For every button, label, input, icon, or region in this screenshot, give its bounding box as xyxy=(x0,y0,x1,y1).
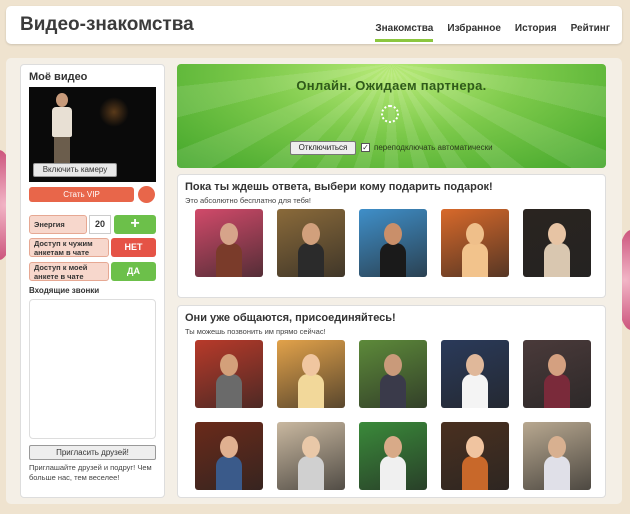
online-user-photo[interactable] xyxy=(277,422,345,490)
access-mine-label: Доступ к моей анкете в чате xyxy=(29,262,109,281)
auto-reconnect-checkbox[interactable]: ✓ xyxy=(361,143,370,152)
online-user-photo[interactable] xyxy=(195,422,263,490)
join-panel-subtitle: Ты можешь позвонить им прямо сейчас! xyxy=(185,327,326,336)
nav-tab-rating[interactable]: Рейтинг xyxy=(571,23,610,42)
gift-panel-subtitle: Это абсолютно бесплатно для тебя! xyxy=(185,196,311,205)
incoming-calls-title: Входящие звонки xyxy=(29,286,100,295)
online-user-photo[interactable] xyxy=(441,422,509,490)
energy-label: Энергия xyxy=(29,215,87,234)
add-energy-button[interactable]: + xyxy=(114,215,156,234)
join-panel-title: Они уже общаются, присоединяйтесь! xyxy=(185,312,396,324)
online-user-photo[interactable] xyxy=(359,340,427,408)
enable-camera-button[interactable]: Включить камеру xyxy=(33,163,117,177)
nav-tab-dating[interactable]: Знакомства xyxy=(375,23,434,42)
background-light xyxy=(99,97,129,127)
invite-text: Приглашайте друзей и подруг! Чем больше … xyxy=(29,463,152,482)
my-video-title: Моё видео xyxy=(29,71,88,83)
energy-row: Энергия 20 + xyxy=(29,215,156,234)
gift-user-photo[interactable] xyxy=(359,209,427,277)
join-panel: Они уже общаются, присоединяйтесь! Ты мо… xyxy=(177,305,606,498)
access-others-toggle[interactable]: НЕТ xyxy=(111,238,156,257)
online-user-photo[interactable] xyxy=(523,422,591,490)
self-figure xyxy=(51,93,73,163)
online-user-photo[interactable] xyxy=(277,340,345,408)
status-title: Онлайн. Ожидаем партнера. xyxy=(296,78,487,93)
access-mine-row: Доступ к моей анкете в чате ДА xyxy=(29,262,156,281)
access-others-row: Доступ к чужим анкетам в чате НЕТ xyxy=(29,238,156,257)
gift-user-photo[interactable] xyxy=(277,209,345,277)
online-user-photo[interactable] xyxy=(441,340,509,408)
become-vip-button[interactable]: Стать VIP xyxy=(29,187,134,202)
gift-panel-title: Пока ты ждешь ответа, выбери кому подари… xyxy=(185,181,493,193)
gift-user-photo[interactable] xyxy=(441,209,509,277)
nav-tab-favorites[interactable]: Избранное xyxy=(447,23,501,42)
online-user-photo[interactable] xyxy=(359,422,427,490)
incoming-calls-list[interactable] xyxy=(29,299,156,439)
energy-value: 20 xyxy=(89,215,111,234)
gift-panel: Пока ты ждешь ответа, выбери кому подари… xyxy=(177,174,606,298)
main-nav: Знакомства Избранное История Рейтинг xyxy=(375,23,610,42)
disconnect-button[interactable]: Отключиться xyxy=(290,141,356,155)
nav-tab-history[interactable]: История xyxy=(515,23,557,42)
access-mine-toggle[interactable]: ДА xyxy=(111,262,156,281)
access-others-label: Доступ к чужим анкетам в чате xyxy=(29,238,109,257)
online-user-photo[interactable] xyxy=(523,340,591,408)
connection-status-panel: Онлайн. Ожидаем партнера. Отключиться ✓ … xyxy=(177,64,606,168)
header: Видео-знакомства Знакомства Избранное Ис… xyxy=(6,6,622,44)
invite-friends-button[interactable]: Пригласить друзей! xyxy=(29,445,156,460)
my-video-preview: Включить камеру xyxy=(29,87,156,182)
online-user-photo[interactable] xyxy=(195,340,263,408)
site-title: Видео-знакомства xyxy=(20,14,194,35)
loading-spinner-icon xyxy=(381,105,399,123)
gift-user-photo[interactable] xyxy=(195,209,263,277)
auto-reconnect-label: переподключать автоматически xyxy=(374,143,493,152)
gift-user-photo[interactable] xyxy=(523,209,591,277)
vip-icon[interactable] xyxy=(138,186,155,203)
sidebar: Моё видео Включить камеру Стать VIP Энер… xyxy=(20,64,165,498)
